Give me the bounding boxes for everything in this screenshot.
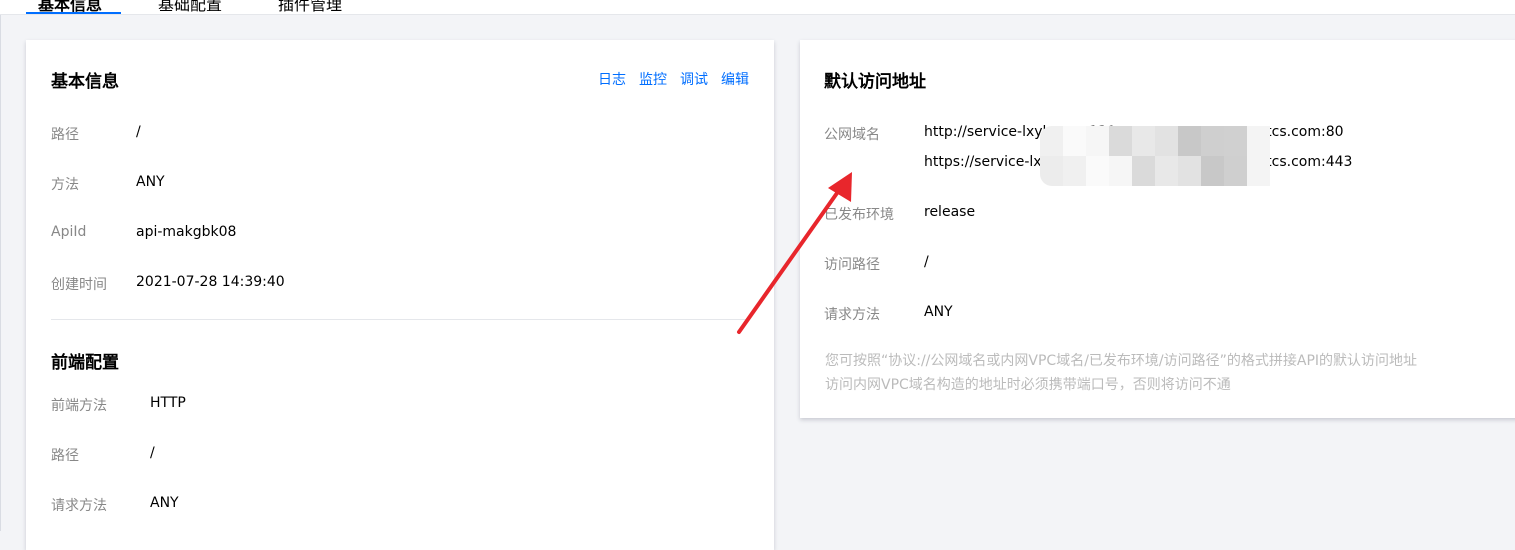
edit-link[interactable]: 编辑	[721, 69, 749, 89]
mosaic-cell	[1178, 126, 1201, 156]
frontend-config-title: 前端配置	[51, 353, 119, 373]
frontend-label: 路径	[51, 448, 79, 464]
left-border	[0, 15, 1, 531]
mosaic-cell	[1178, 156, 1201, 186]
info-label: 路径	[51, 127, 79, 143]
hint-line-2: 访问内网VPC域名构造的地址时必须携带端口号，否则将访问不通	[825, 377, 1231, 393]
tab-bar: 基本信息 基础配置 插件管理	[0, 0, 1515, 15]
basic-info-actions: 日志 监控 调试 编辑	[598, 69, 749, 89]
frontend-value: HTTP	[150, 395, 186, 411]
mosaic-cell	[1109, 126, 1132, 156]
mosaic-cell	[1201, 126, 1224, 156]
frontend-value: ANY	[150, 495, 179, 511]
default-access-card: 默认访问地址 公网域名 http://service-lxyhgm-130 ce…	[800, 40, 1515, 418]
active-tab-indicator	[26, 12, 121, 14]
access-path-value: /	[924, 254, 929, 270]
mosaic-cell	[1063, 126, 1086, 156]
info-value: 2021-07-28 14:39:40	[136, 274, 285, 290]
mosaic-cell	[1201, 156, 1224, 186]
section-divider	[51, 319, 749, 320]
debug-link[interactable]: 调试	[680, 69, 708, 89]
info-label: ApiId	[51, 224, 87, 240]
env-value: release	[924, 204, 976, 220]
frontend-label: 请求方法	[51, 498, 107, 514]
default-access-title: 默认访问地址	[824, 72, 926, 92]
mosaic-cell	[1224, 156, 1247, 186]
info-label: 方法	[51, 177, 79, 193]
basic-info-title: 基本信息	[51, 72, 119, 92]
info-value: api-makgbk08	[136, 224, 237, 240]
annotation-arrow-icon	[737, 172, 852, 334]
mosaic-cell	[1224, 126, 1247, 156]
mosaic-cell	[1247, 126, 1270, 156]
log-link[interactable]: 日志	[598, 69, 626, 89]
frontend-value: /	[150, 445, 155, 461]
hint-line-1: 您可按照“协议://公网域名或内网VPC域名/已发布环境/访问路径”的格式拼接A…	[825, 353, 1418, 369]
monitor-link[interactable]: 监控	[639, 69, 667, 89]
redaction-mosaic	[1040, 126, 1270, 186]
mosaic-cell	[1132, 126, 1155, 156]
mosaic-cell	[1040, 156, 1063, 186]
domain-http-prefix: http://service-lxyh	[924, 124, 1052, 140]
mosaic-cell	[1155, 126, 1178, 156]
mosaic-cell	[1040, 126, 1063, 156]
mosaic-cell	[1086, 126, 1109, 156]
request-method-value: ANY	[924, 304, 953, 320]
mosaic-cell	[1063, 156, 1086, 186]
mosaic-cell	[1155, 156, 1178, 186]
mosaic-cell	[1109, 156, 1132, 186]
mosaic-cell	[1247, 156, 1270, 186]
info-value: /	[136, 124, 141, 140]
info-value: ANY	[136, 174, 165, 190]
public-domain-https[interactable]: https://service-lxy	[924, 154, 1050, 170]
tab-basic-config[interactable]: 基础配置	[158, 0, 222, 14]
frontend-label: 前端方法	[51, 398, 107, 414]
basic-info-card: 基本信息 日志 监控 调试 编辑 路径 / 方法 ANY ApiId api-m…	[26, 40, 774, 550]
mosaic-cell	[1086, 156, 1109, 186]
mosaic-cell	[1132, 156, 1155, 186]
tab-plugin-management[interactable]: 插件管理	[278, 0, 342, 14]
info-label: 创建时间	[51, 277, 107, 293]
public-domain-label: 公网域名	[824, 127, 880, 143]
